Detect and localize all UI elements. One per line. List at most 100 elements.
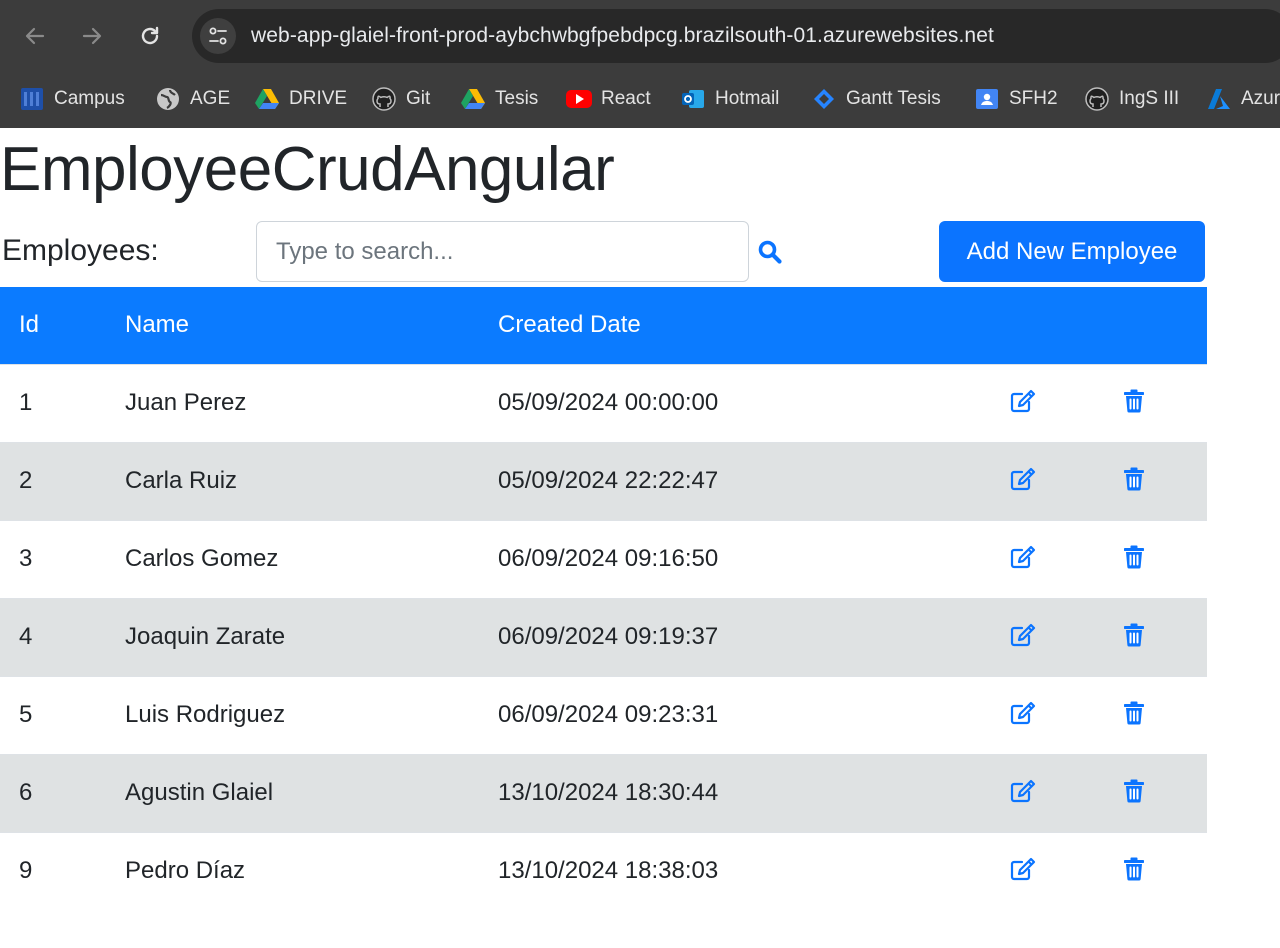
bookmark-ings-iii[interactable]: IngS III	[1084, 86, 1179, 112]
table-row: 9 Pedro Díaz 13/10/2024 18:38:03	[0, 832, 1207, 910]
trash-icon[interactable]	[1119, 776, 1149, 806]
google-drive-icon	[460, 86, 486, 112]
trash-icon[interactable]	[1119, 542, 1149, 572]
cell-delete	[1081, 520, 1207, 598]
cell-name: Joaquin Zarate	[125, 623, 286, 650]
table-row: 6 Agustin Glaiel 13/10/2024 18:30:44	[0, 754, 1207, 832]
bookmark-drive[interactable]: DRIVE	[254, 86, 347, 112]
globe-icon	[155, 86, 181, 112]
edit-icon[interactable]	[1008, 542, 1038, 572]
reload-button[interactable]	[134, 20, 166, 52]
bookmark-label: Campus	[54, 88, 125, 109]
bookmark-label: DRIVE	[289, 88, 348, 109]
table-row: 1 Juan Perez 05/09/2024 00:00:00	[0, 364, 1207, 442]
table-row: 5 Luis Rodriguez 06/09/2024 09:23:31	[0, 676, 1207, 754]
bookmark-gantt-tesis[interactable]: Gantt Tesis	[811, 86, 941, 112]
browser-chrome: web-app-glaiel-front-prod-aybchwbgfpebdp…	[0, 0, 1280, 128]
cell-name: Agustin Glaiel	[125, 779, 274, 806]
add-new-employee-button[interactable]: Add New Employee	[939, 221, 1205, 282]
bookmark-sfh2[interactable]: SFH2	[974, 86, 1058, 112]
contact-card-icon	[974, 86, 1000, 112]
url-text[interactable]: web-app-glaiel-front-prod-aybchwbgfpebdp…	[251, 24, 994, 48]
cell-id: 2	[19, 467, 33, 494]
bookmark-label: Gantt Tesis	[846, 88, 941, 109]
github-icon	[1084, 86, 1110, 112]
table-body: 1 Juan Perez 05/09/2024 00:00:00 2 Carla Rui…	[0, 364, 1207, 910]
bookmarks-bar: Campus AGE DRIVE Git Tesis React Hotmail	[0, 76, 1280, 122]
cell-edit	[970, 754, 1081, 832]
trash-icon[interactable]	[1119, 386, 1149, 416]
edit-icon[interactable]	[1008, 386, 1038, 416]
cell-edit	[970, 832, 1081, 910]
cell-delete	[1081, 832, 1207, 910]
search-input[interactable]	[256, 221, 749, 282]
cell-created-date: 05/09/2024 00:00:00	[498, 389, 719, 416]
trash-icon[interactable]	[1119, 698, 1149, 728]
table-row: 3 Carlos Gomez 06/09/2024 09:16:50	[0, 520, 1207, 598]
cell-created-date: 06/09/2024 09:23:31	[498, 701, 719, 728]
bookmark-age[interactable]: AGE	[155, 86, 230, 112]
cell-created-date: 13/10/2024 18:30:44	[498, 779, 719, 806]
column-header-id: Id	[19, 311, 40, 339]
site-info-button[interactable]	[200, 18, 236, 54]
cell-created-date: 06/09/2024 09:19:37	[498, 623, 719, 650]
column-header-name: Name	[125, 311, 190, 339]
cell-delete	[1081, 598, 1207, 676]
back-button[interactable]	[19, 20, 51, 52]
edit-icon[interactable]	[1008, 776, 1038, 806]
cell-delete	[1081, 754, 1207, 832]
column-header-delete	[1081, 287, 1207, 364]
trash-icon[interactable]	[1119, 464, 1149, 494]
bookmark-campus[interactable]: Campus	[19, 86, 125, 112]
cell-name: Luis Rodriguez	[125, 701, 286, 728]
trash-icon[interactable]	[1119, 620, 1149, 650]
cell-id: 5	[19, 701, 33, 728]
google-drive-icon	[254, 86, 280, 112]
bookmark-label: SFH2	[1009, 88, 1058, 109]
cell-id: 6	[19, 779, 33, 806]
bookmark-label: IngS III	[1119, 88, 1180, 109]
cell-edit	[970, 676, 1081, 754]
address-bar[interactable]: web-app-glaiel-front-prod-aybchwbgfpebdp…	[192, 9, 1280, 63]
arrow-right-icon	[82, 27, 102, 45]
bookmark-label: Azure	[1241, 88, 1280, 109]
reload-icon	[141, 26, 159, 45]
column-header-edit	[970, 287, 1081, 364]
employees-label: Employees:	[2, 234, 159, 267]
bookmark-label: Hotmail	[715, 88, 780, 109]
edit-icon[interactable]	[1008, 854, 1038, 884]
bookmark-azure[interactable]: Azure	[1206, 86, 1280, 112]
edit-icon[interactable]	[1008, 464, 1038, 494]
cell-id: 9	[19, 857, 33, 885]
forward-button[interactable]	[76, 20, 108, 52]
bookmark-label: Git	[406, 88, 431, 109]
bookmark-hotmail[interactable]: Hotmail	[680, 86, 779, 112]
cell-delete	[1081, 442, 1207, 520]
bookmark-label: AGE	[190, 88, 231, 109]
cell-name: Juan Perez	[125, 389, 247, 416]
app-title: EmployeeCrudAngular	[0, 135, 615, 204]
outlook-icon	[680, 86, 706, 112]
cell-id: 1	[19, 389, 33, 416]
arrow-left-icon	[25, 27, 45, 45]
cell-id: 3	[19, 545, 33, 572]
bookmark-tesis[interactable]: Tesis	[460, 86, 538, 112]
cell-delete	[1081, 364, 1207, 442]
bookmark-git[interactable]: Git	[371, 86, 430, 112]
azure-icon	[1206, 86, 1232, 112]
campus-icon	[19, 86, 45, 112]
edit-icon[interactable]	[1008, 698, 1038, 728]
tune-icon	[209, 27, 227, 45]
trash-icon[interactable]	[1119, 854, 1149, 884]
edit-icon[interactable]	[1008, 620, 1038, 650]
table-header-row: Id Name Created Date	[0, 287, 1207, 364]
cell-created-date: 13/10/2024 18:38:03	[498, 857, 719, 885]
cell-edit	[970, 442, 1081, 520]
youtube-icon	[566, 86, 592, 112]
cell-name: Pedro Díaz	[125, 857, 246, 885]
cell-delete	[1081, 676, 1207, 754]
search-icon[interactable]	[757, 239, 783, 265]
cell-name: Carlos Gomez	[125, 545, 279, 572]
table-row: 2 Carla Ruiz 05/09/2024 22:22:47	[0, 442, 1207, 520]
bookmark-react[interactable]: React	[566, 86, 651, 112]
